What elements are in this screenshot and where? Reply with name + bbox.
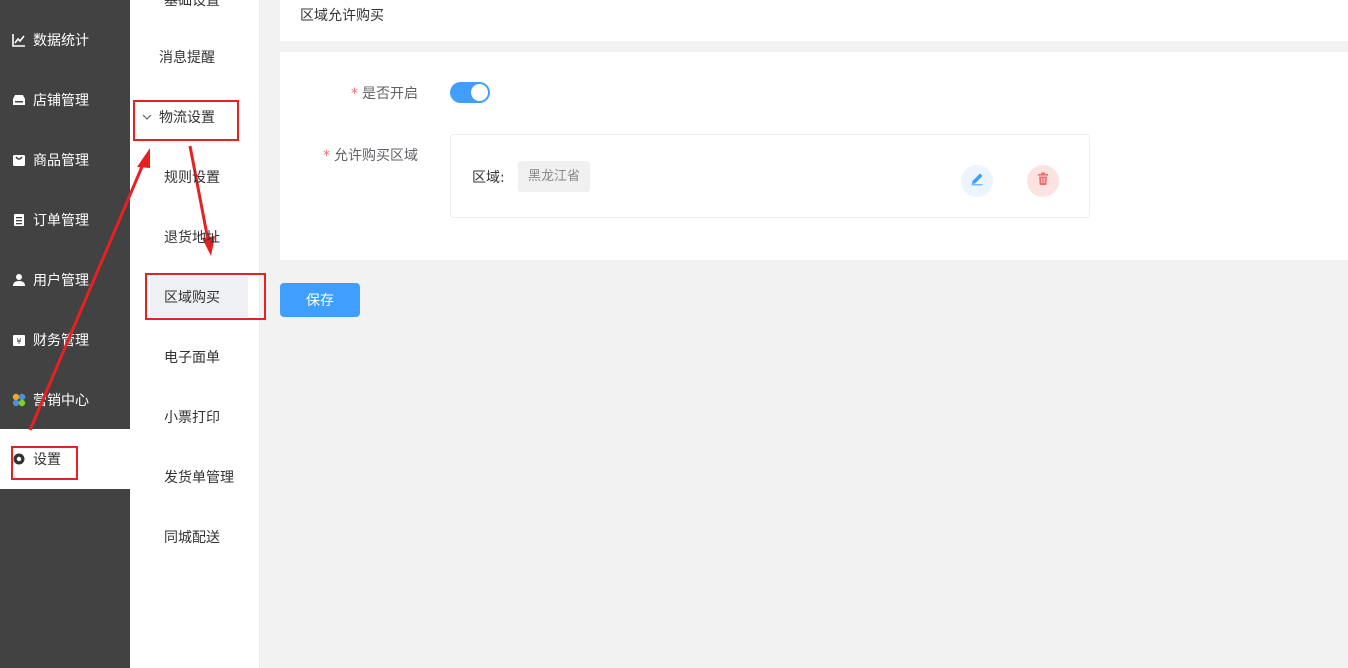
primary-sidebar: 数据统计 店铺管理 商品管理 订单管理 用户管理 ¥ 财务管理 营销中心 设置 <box>0 0 130 668</box>
sidebar-item-marketing[interactable]: 营销中心 <box>0 370 130 430</box>
svg-text:¥: ¥ <box>16 337 21 346</box>
submenu-item-label: 基础设置 <box>164 0 220 9</box>
chevron-down-icon <box>142 112 152 122</box>
user-icon <box>11 272 27 288</box>
content-header: 区域允许购买 <box>280 0 1348 41</box>
submenu-item-label: 退货地址 <box>164 230 220 246</box>
edit-region-button[interactable] <box>961 165 993 197</box>
trash-icon <box>1035 171 1051 191</box>
sidebar-item-finance[interactable]: ¥ 财务管理 <box>0 310 130 370</box>
clipboard-icon <box>11 212 27 228</box>
toggle-knob <box>471 84 488 101</box>
region-form: * 是否开启 * 允许购买区域 区域: 黑龙江省 <box>280 52 1348 260</box>
submenu-item-e-waybill[interactable]: 电子面单 <box>130 327 259 387</box>
enable-label-text: 是否开启 <box>362 86 418 102</box>
marketing-icon <box>11 392 27 408</box>
secondary-sidebar: 基础设置 消息提醒 物流设置 规则设置 退货地址 区域购买 电子面单 小票打印 … <box>130 0 260 668</box>
submenu-item-basic-settings[interactable]: 基础设置 <box>130 0 259 30</box>
submenu-item-local-delivery[interactable]: 同城配送 <box>130 507 259 567</box>
enable-label: * 是否开启 <box>280 83 418 103</box>
submenu-item-region-purchase[interactable]: 区域购买 <box>130 267 259 327</box>
submenu-item-label: 消息提醒 <box>159 50 215 66</box>
sidebar-item-orders[interactable]: 订单管理 <box>0 190 130 250</box>
sidebar-item-label: 营销中心 <box>33 393 89 409</box>
sidebar-item-label: 用户管理 <box>33 273 89 289</box>
store-icon <box>11 92 27 108</box>
sidebar-item-label: 商品管理 <box>33 153 89 169</box>
region-label: * 允许购买区域 <box>280 145 418 165</box>
region-tag: 黑龙江省 <box>518 161 591 192</box>
enable-toggle[interactable] <box>450 82 490 103</box>
sidebar-item-users[interactable]: 用户管理 <box>0 250 130 310</box>
sidebar-item-settings[interactable]: 设置 <box>0 429 130 489</box>
submenu-item-rules[interactable]: 规则设置 <box>130 147 259 207</box>
submenu-item-receipt-print[interactable]: 小票打印 <box>130 387 259 447</box>
submenu-group-logistics[interactable]: 物流设置 <box>130 87 259 147</box>
bag-icon <box>11 152 27 168</box>
submenu-item-return-address[interactable]: 退货地址 <box>130 207 259 267</box>
finance-icon: ¥ <box>11 332 27 348</box>
save-button[interactable]: 保存 <box>280 283 360 317</box>
sidebar-item-data-stats[interactable]: 数据统计 <box>0 10 130 70</box>
pencil-icon <box>969 171 985 191</box>
sidebar-item-label: 订单管理 <box>33 213 89 229</box>
gear-icon <box>11 451 27 467</box>
sidebar-item-label: 财务管理 <box>33 333 89 349</box>
sidebar-item-label: 店铺管理 <box>33 93 89 109</box>
region-list-item: 区域: 黑龙江省 <box>450 134 1090 218</box>
submenu-item-label: 区域购买 <box>164 290 220 306</box>
chart-line-icon <box>11 32 27 48</box>
submenu-item-label: 小票打印 <box>164 410 220 426</box>
region-item-label: 区域: <box>472 170 505 186</box>
sidebar-item-label: 设置 <box>33 452 61 468</box>
submenu-item-label: 规则设置 <box>164 170 220 186</box>
submenu-item-shipping-docs[interactable]: 发货单管理 <box>130 447 259 507</box>
delete-region-button[interactable] <box>1027 165 1059 197</box>
sidebar-item-products[interactable]: 商品管理 <box>0 130 130 190</box>
page-title: 区域允许购买 <box>300 8 384 24</box>
required-mark: * <box>323 148 330 164</box>
submenu-item-label: 发货单管理 <box>164 470 234 486</box>
submenu-group-label: 物流设置 <box>159 110 215 126</box>
submenu-item-notifications[interactable]: 消息提醒 <box>130 27 259 87</box>
app-page: 数据统计 店铺管理 商品管理 订单管理 用户管理 ¥ 财务管理 营销中心 设置 … <box>0 0 1348 668</box>
region-label-text: 允许购买区域 <box>334 148 418 164</box>
submenu-item-label: 电子面单 <box>164 350 220 366</box>
required-mark: * <box>351 86 358 102</box>
sidebar-item-label: 数据统计 <box>33 33 89 49</box>
sidebar-item-store[interactable]: 店铺管理 <box>0 70 130 130</box>
submenu-item-label: 同城配送 <box>164 530 220 546</box>
